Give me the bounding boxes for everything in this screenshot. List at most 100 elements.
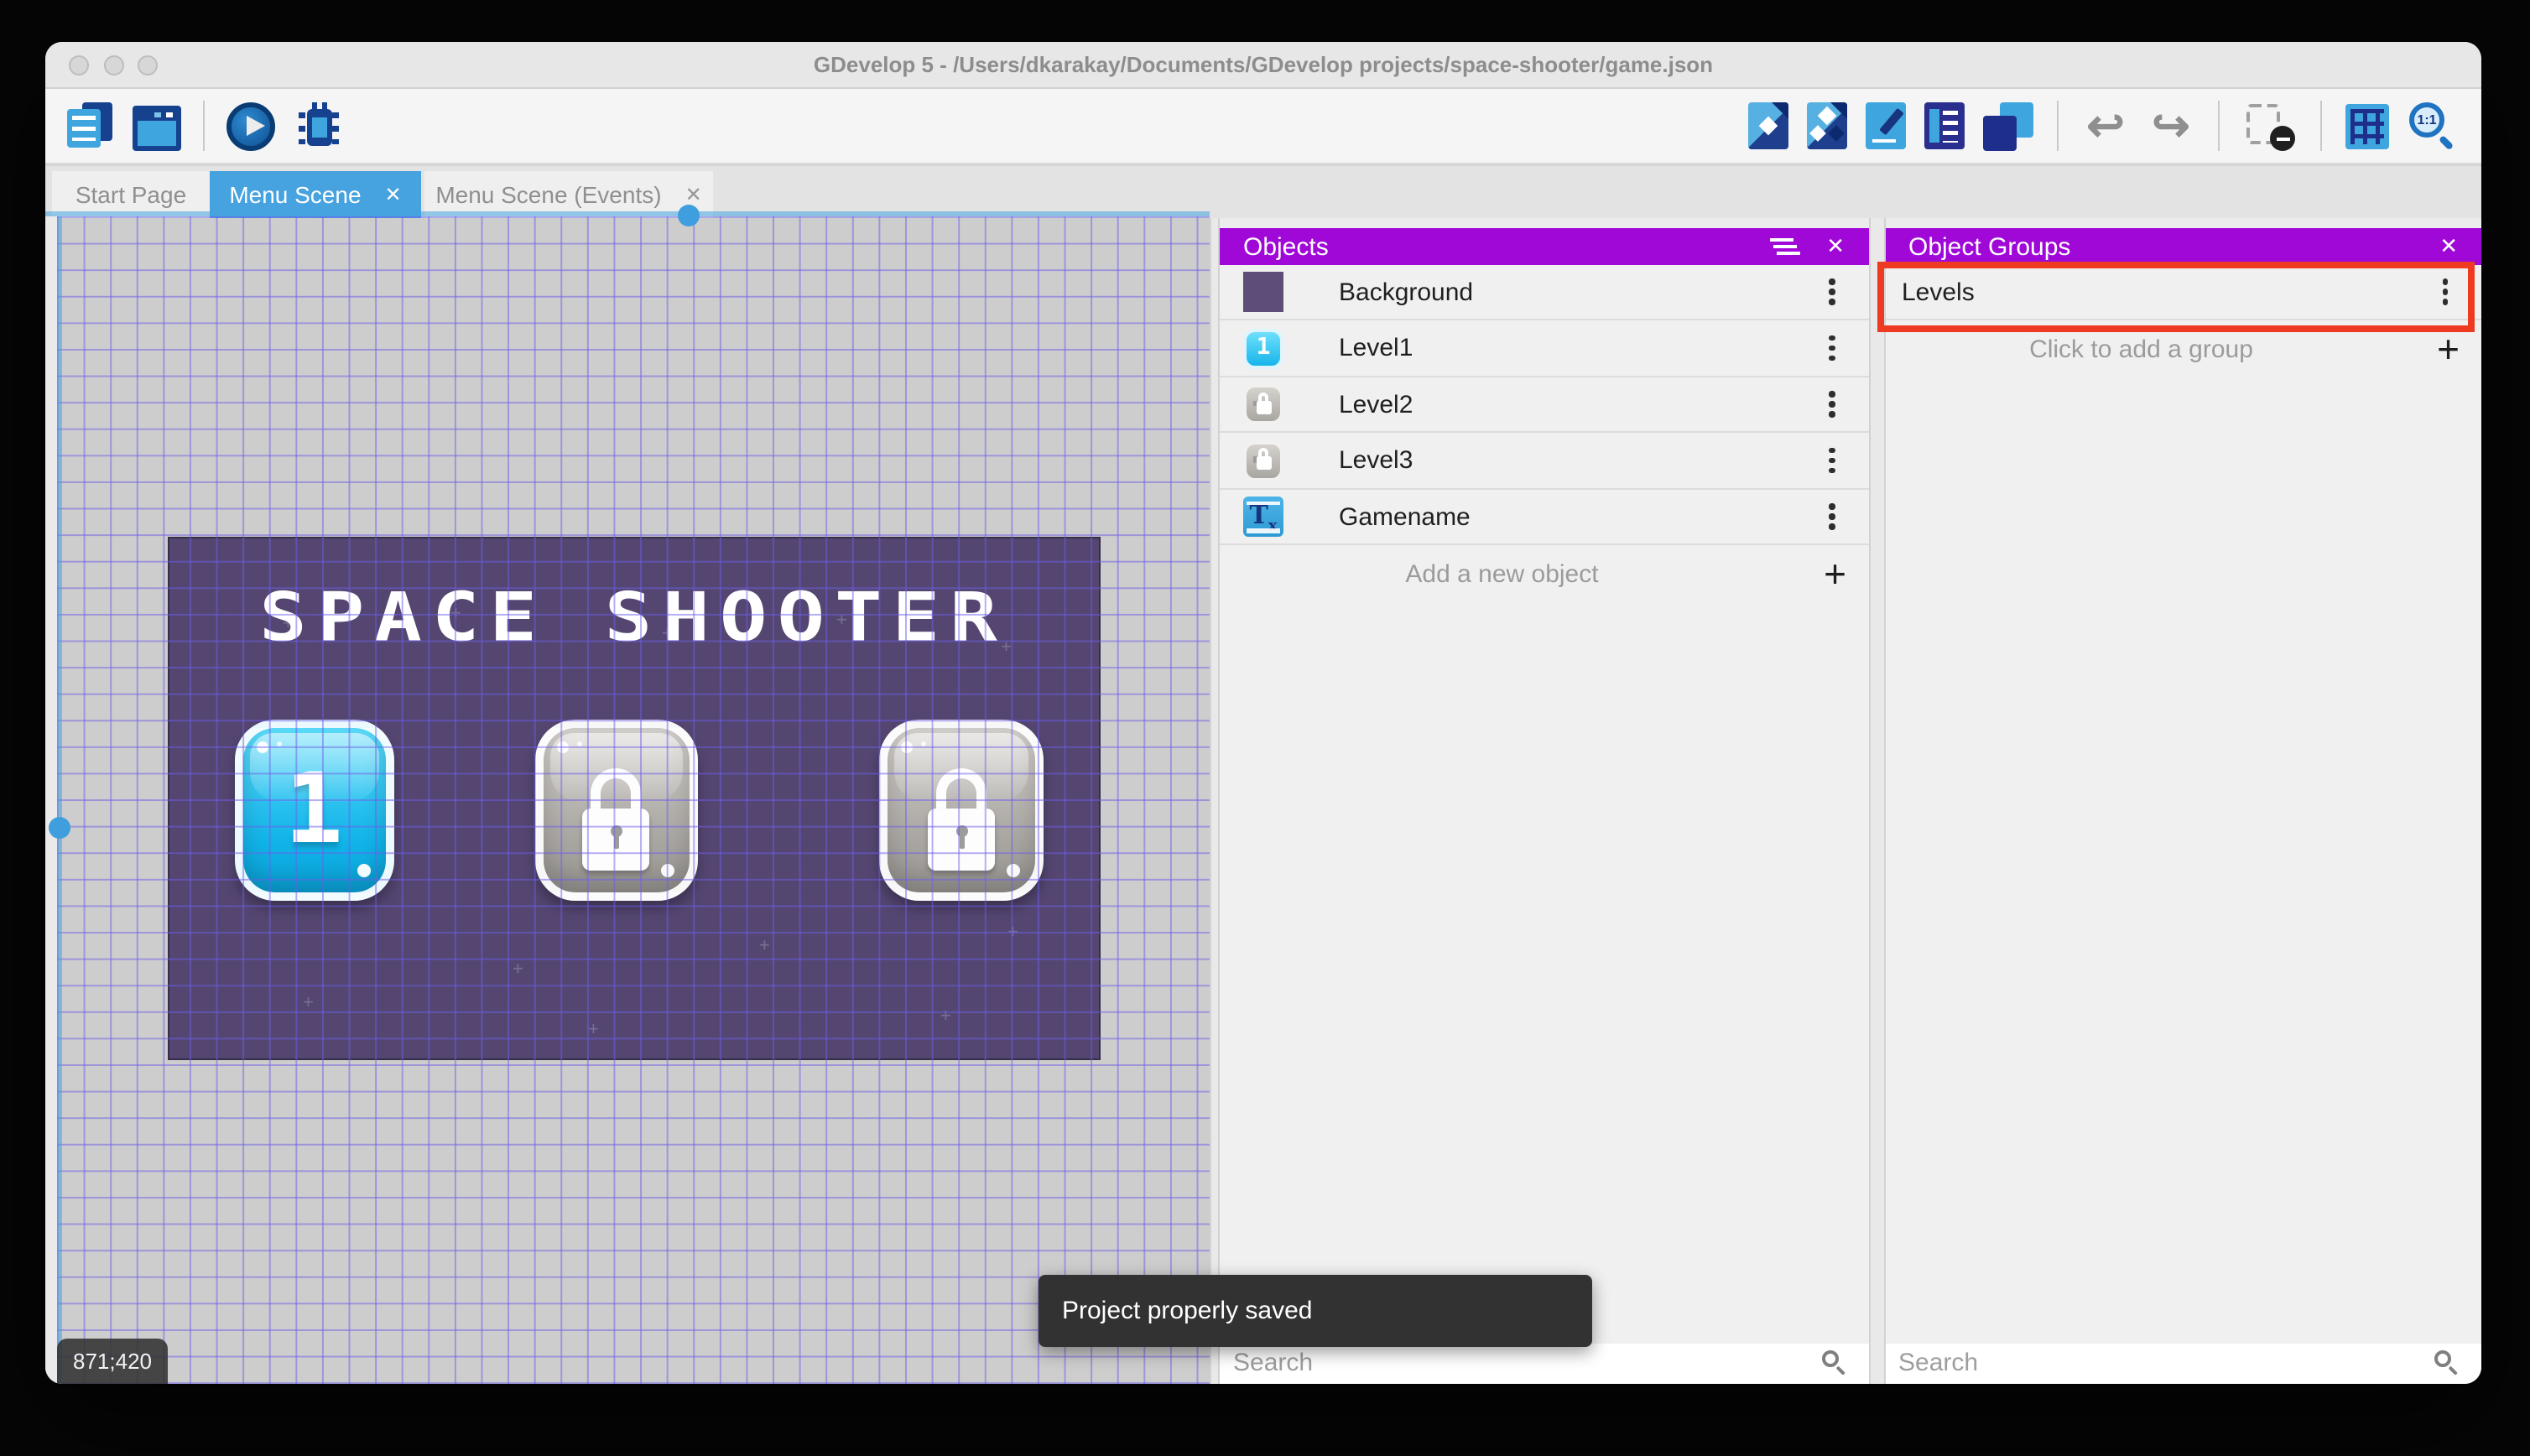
gloss-dot	[556, 741, 568, 753]
group-name: Levels	[1902, 278, 1975, 307]
gdevelop-window: GDevelop 5 - /Users/dkarakay/Documents/G…	[45, 42, 2481, 1384]
redo-icon[interactable]: ↪	[2147, 101, 2194, 151]
object-groups-list: Levels Click to add a group +	[1885, 264, 2481, 1343]
add-object-label: Add a new object	[1405, 559, 1599, 589]
object-row-level1[interactable]: 1 Level1	[1220, 321, 1868, 377]
add-group-label: Click to add a group	[2029, 335, 2253, 364]
object-name: Background	[1339, 278, 1474, 307]
scene-canvas[interactable]: SPACE SHOOTER + + + + + + + + + + + + + …	[45, 216, 1210, 1384]
cursor-coordinates-badge: 871;420	[57, 1339, 168, 1384]
gloss-dot	[660, 864, 674, 877]
objects-panel: Objects ✕ Background 1 Level1 Level2 Lev…	[1220, 216, 1868, 1384]
zoom-window-button[interactable]	[138, 55, 158, 75]
object-thumbnail-level1: 1	[1243, 328, 1283, 369]
objects-search-input[interactable]	[1220, 1349, 1821, 1378]
toolbar-divider	[2057, 101, 2059, 151]
zoom-original-icon[interactable]: 1:1	[2408, 101, 2460, 151]
object-row-gamename[interactable]: Tx Gamename	[1220, 490, 1868, 546]
object-groups-editor-icon[interactable]	[1807, 102, 1847, 149]
gloss-dot	[1006, 864, 1019, 877]
gloss-dot	[900, 741, 912, 753]
kebab-menu-icon[interactable]	[1829, 457, 1835, 464]
toolbar-divider	[2218, 101, 2220, 151]
object-row-background[interactable]: Background	[1220, 265, 1868, 321]
object-groups-panel-header: Object Groups ✕	[1885, 228, 2481, 265]
add-object-row[interactable]: Add a new object +	[1220, 546, 1868, 602]
groups-search-input[interactable]	[1885, 1349, 2434, 1378]
object-row-level3[interactable]: Level3	[1220, 434, 1868, 490]
objects-panel-title: Objects	[1243, 232, 1329, 262]
level3-button-sprite[interactable]	[878, 720, 1043, 901]
kebab-menu-icon[interactable]	[1829, 401, 1835, 408]
object-thumbnail-text: Tx	[1243, 497, 1283, 538]
level1-button-sprite[interactable]: 1	[234, 720, 393, 901]
undo-icon[interactable]: ↩	[2082, 101, 2129, 151]
gloss-dot	[357, 864, 370, 877]
window-title: GDevelop 5 - /Users/dkarakay/Documents/G…	[813, 52, 1714, 77]
object-name: Gamename	[1339, 502, 1471, 532]
scene-background[interactable]: SPACE SHOOTER + + + + + + + + + + + + + …	[167, 537, 1100, 1060]
save-toast: Project properly saved	[1039, 1274, 1592, 1346]
screenshot-stage: GDevelop 5 - /Users/dkarakay/Documents/G…	[0, 0, 2530, 1456]
grid-toggle-icon[interactable]	[2345, 103, 2389, 148]
canvas-vertical-scrollbar-thumb[interactable]	[48, 816, 70, 838]
close-panel-icon[interactable]: ✕	[2439, 233, 2458, 260]
object-thumbnail-lock	[1243, 440, 1283, 481]
close-tab-icon[interactable]: ✕	[385, 183, 402, 206]
layers-editor-icon[interactable]	[1983, 101, 2033, 150]
tab-label: Menu Scene (Events)	[435, 181, 662, 208]
object-name: Level3	[1339, 446, 1413, 476]
close-panel-icon[interactable]: ✕	[1826, 233, 1845, 260]
tab-label: Menu Scene	[229, 181, 362, 208]
objects-panel-header: Objects ✕	[1220, 228, 1868, 265]
scene-editor-icon[interactable]	[133, 105, 181, 150]
close-tab-icon[interactable]: ✕	[685, 183, 702, 206]
lock-icon	[580, 768, 651, 872]
debug-icon[interactable]	[292, 100, 346, 152]
panel-divider[interactable]	[1868, 216, 1885, 1384]
filter-icon[interactable]	[1769, 238, 1793, 255]
kebab-menu-icon[interactable]	[1829, 513, 1835, 520]
plus-icon[interactable]: +	[1824, 554, 1846, 593]
instances-list-icon[interactable]	[1924, 102, 1965, 149]
kebab-menu-icon[interactable]	[1829, 345, 1835, 351]
canvas-horizontal-scrollbar-thumb[interactable]	[677, 205, 699, 226]
object-groups-panel-title: Object Groups	[1908, 232, 2071, 262]
kebab-menu-icon[interactable]	[2442, 289, 2448, 295]
search-icon	[2434, 1349, 2461, 1377]
preview-play-icon[interactable]	[226, 101, 275, 150]
canvas-left-gutter	[45, 216, 56, 1384]
panel-divider[interactable]	[1210, 216, 1220, 1384]
objects-list: Background 1 Level1 Level2 Level3 Tx Gam…	[1220, 264, 1868, 1343]
object-thumbnail-background	[1243, 272, 1283, 313]
toolbar-divider	[2320, 101, 2322, 151]
groups-search-bar	[1885, 1343, 2481, 1384]
toolbar-right-group: ↩ ↪ 1:1	[1748, 89, 2460, 163]
tab-strip: Start Page Menu Scene ✕ Menu Scene (Even…	[45, 164, 2481, 218]
add-group-row[interactable]: Click to add a group +	[1885, 321, 2481, 377]
object-row-level2[interactable]: Level2	[1220, 377, 1868, 434]
group-row-levels[interactable]: Levels	[1885, 265, 2481, 321]
close-window-button[interactable]	[69, 55, 89, 75]
instances-mask-icon[interactable]	[2243, 101, 2297, 151]
object-name: Level2	[1339, 390, 1413, 419]
objects-editor-icon[interactable]	[1748, 102, 1788, 149]
minimize-window-button[interactable]	[103, 55, 123, 75]
toast-message: Project properly saved	[1062, 1296, 1313, 1324]
object-thumbnail-lock	[1243, 384, 1283, 425]
project-manager-icon[interactable]	[65, 101, 116, 151]
canvas-horizontal-scrollbar[interactable]	[45, 211, 1210, 217]
lock-icon	[925, 768, 996, 872]
level1-digit: 1	[284, 751, 343, 866]
toolbar-divider	[203, 101, 205, 151]
objects-search-bar	[1220, 1343, 1868, 1384]
level2-button-sprite[interactable]	[534, 720, 697, 901]
plus-icon[interactable]: +	[2437, 330, 2460, 368]
object-name: Level1	[1339, 334, 1413, 363]
properties-icon[interactable]	[1866, 102, 1906, 149]
main-toolbar: ↩ ↪ 1:1	[45, 89, 2481, 164]
canvas-vertical-scrollbar[interactable]	[56, 216, 62, 1384]
object-groups-panel: Object Groups ✕ Levels Click to add a gr…	[1885, 216, 2481, 1384]
kebab-menu-icon[interactable]	[1829, 289, 1835, 295]
search-icon	[1821, 1349, 1848, 1377]
